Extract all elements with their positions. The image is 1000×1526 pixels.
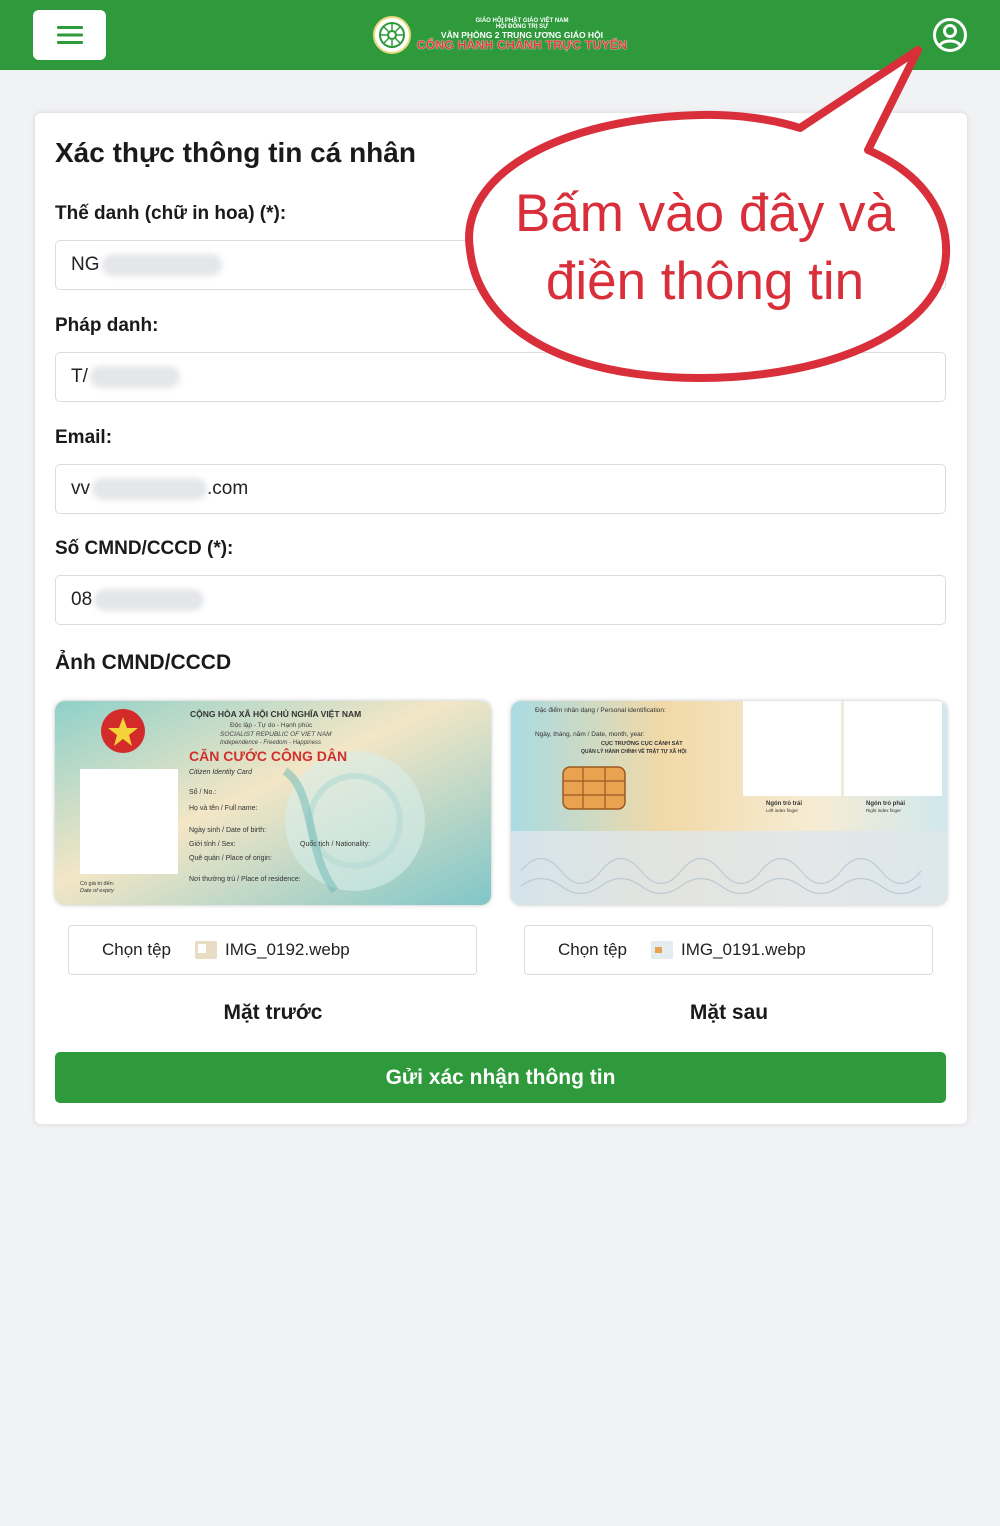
email-label: Email:	[55, 427, 113, 448]
card-back-line: Right index finger	[866, 808, 902, 813]
dharma-wheel-icon	[372, 16, 411, 54]
email-value-suffix: .com	[207, 478, 249, 499]
choose-file-button-front[interactable]: Chọn tệp	[102, 940, 171, 960]
chip-icon	[562, 766, 626, 810]
menu-button[interactable]	[33, 10, 106, 60]
card-front-line: Quê quán / Place of origin:	[189, 855, 272, 862]
card-front-line: SOCIALIST REPUBLIC OF VIET NAM	[220, 731, 332, 738]
card-front-line: Giới tính / Sex:	[189, 841, 236, 848]
card-front-line: Nơi thường trú / Place of residence:	[189, 876, 301, 883]
card-front-line: Họ và tên / Full name:	[189, 805, 258, 812]
user-account-button[interactable]	[932, 17, 968, 53]
full-name-input[interactable]: NG	[55, 240, 946, 290]
dharma-name-input[interactable]: T/	[55, 352, 946, 402]
redacted-text	[89, 366, 180, 388]
card-back-line: QUẢN LÝ HÀNH CHÍNH VỀ TRẬT TỰ XÃ HỘI	[581, 747, 687, 755]
card-front-line: CỘNG HÒA XÃ HỘI CHỦ NGHĨA VIỆT NAM	[190, 708, 361, 719]
card-front-line: Có giá trị đến:	[80, 881, 115, 887]
page-title: Xác thực thông tin cá nhân	[55, 137, 416, 168]
card-front-line: CĂN CƯỚC CÔNG DÂN	[189, 747, 347, 764]
front-side-label: Mặt trước	[223, 1001, 323, 1024]
id-photo-section-title: Ảnh CMND/CCCD	[55, 651, 232, 674]
dharma-name-value: T/	[71, 366, 88, 387]
card-back-line: Left index finger	[766, 808, 799, 813]
back-file-input[interactable]: Chọn tệp IMG_0191.webp	[524, 925, 933, 975]
front-file-name: IMG_0192.webp	[225, 940, 350, 959]
back-file-name: IMG_0191.webp	[681, 940, 806, 959]
verification-form-card: Xác thực thông tin cá nhân Thế danh (chữ…	[35, 113, 967, 1124]
card-back-line: Ngón trỏ trái	[766, 801, 802, 807]
redacted-text	[92, 478, 207, 500]
full-name-label: Thế danh (chữ in hoa) (*):	[55, 203, 287, 224]
card-back-line: Đặc điểm nhân dạng / Personal identifica…	[535, 706, 666, 714]
dharma-name-label: Pháp danh:	[55, 315, 159, 336]
redacted-text	[94, 589, 205, 611]
email-value-prefix: vv	[71, 478, 90, 499]
full-name-value: NG	[71, 254, 100, 275]
submit-verification-button[interactable]: Gửi xác nhận thông tin	[55, 1052, 946, 1103]
id-number-value: 08	[71, 589, 93, 610]
id-card-back-preview: Đặc điểm nhân dạng / Personal identifica…	[511, 701, 947, 905]
logo-line-4: CỔNG HÀNH CHÁNH TRỰC TUYẾN	[416, 38, 628, 53]
id-number-input[interactable]: 08	[55, 575, 946, 625]
card-front-line: Date of expiry	[80, 888, 115, 894]
image-file-icon	[651, 941, 673, 959]
card-front-line: Independence - Freedom - Happiness	[220, 740, 321, 746]
card-front-line: Độc lập - Tự do - Hạnh phúc	[230, 722, 313, 729]
top-bar: GIÁO HỘI PHẬT GIÁO VIỆT NAM HỘI ĐỒNG TRỊ…	[0, 0, 1000, 70]
email-input[interactable]: vv .com	[55, 464, 946, 514]
card-back-line: Ngón trỏ phải	[866, 801, 905, 807]
card-back-line: Ngày, tháng, năm / Date, month, year:	[535, 731, 645, 738]
id-card-front-preview: CỘNG HÒA XÃ HỘI CHỦ NGHĨA VIỆT NAM Độc l…	[55, 701, 491, 905]
redacted-text	[101, 254, 222, 276]
card-back-line: CỤC TRƯỞNG CỤC CẢNH SÁT	[601, 740, 683, 747]
choose-file-button-back[interactable]: Chọn tệp	[558, 940, 627, 960]
user-account-icon	[933, 18, 967, 52]
card-front-line: Quốc tịch / Nationality:	[300, 839, 370, 848]
front-file-input[interactable]: Chọn tệp IMG_0192.webp	[68, 925, 477, 975]
id-number-label: Số CMND/CCCD (*):	[55, 538, 234, 559]
hamburger-menu-icon	[56, 26, 83, 44]
card-front-line: Ngày sinh / Date of birth:	[189, 827, 266, 834]
card-front-line: Citizen Identity Card	[189, 769, 253, 776]
card-front-line: Số / No.:	[189, 787, 216, 796]
image-file-icon	[195, 941, 217, 959]
back-side-label: Mặt sau	[689, 1001, 769, 1024]
site-logo[interactable]: GIÁO HỘI PHẬT GIÁO VIỆT NAM HỘI ĐỒNG TRỊ…	[372, 16, 628, 54]
